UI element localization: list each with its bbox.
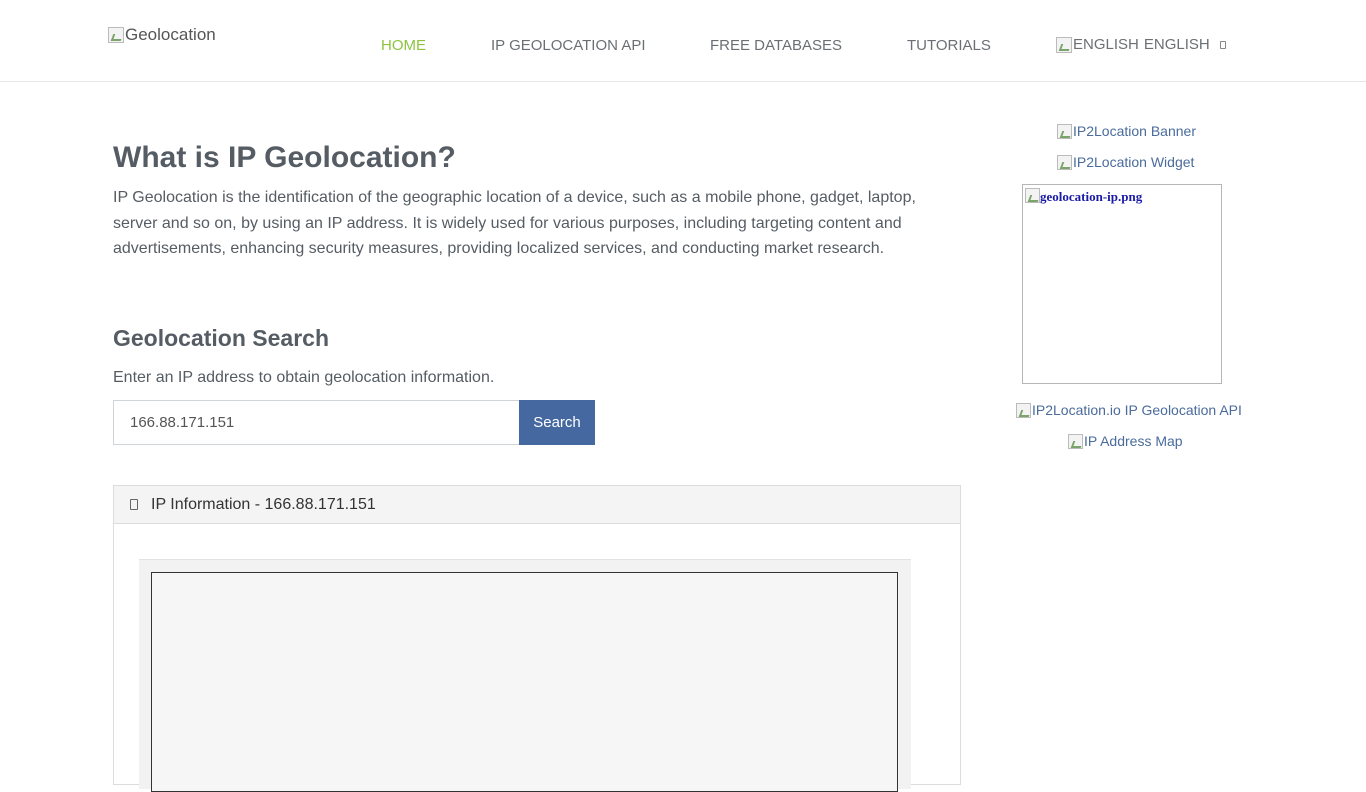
sidebar-link-label: IP2Location.io IP Geolocation API [1032,402,1242,418]
search-button[interactable]: Search [519,400,595,445]
ip-search-input[interactable] [113,400,519,445]
sidebar-link-widget[interactable]: IP2Location Widget [1057,154,1194,170]
nav-home[interactable]: HOME [381,37,426,54]
language-label: ENGLISH [1143,36,1210,53]
info-icon [130,499,138,510]
search-form: Search [113,400,595,445]
page-title: What is IP Geolocation? [113,141,456,174]
ip-information-panel: IP Information - 166.88.171.151 [113,485,961,792]
nav-free-databases[interactable]: FREE DATABASES [710,37,842,54]
panel-header: IP Information - 166.88.171.151 [114,486,960,524]
search-section-title: Geolocation Search [113,325,330,351]
broken-image-icon [1016,402,1031,418]
map-frame[interactable] [151,572,898,792]
sidebar-link-label: IP2Location Widget [1073,154,1195,170]
sidebar-link-label: IP Address Map [1084,433,1183,449]
site-header: Geolocation HOME IP GEOLOCATION API FREE… [0,0,1366,82]
sidebar-image-box[interactable]: geolocation-ip.png [1022,184,1222,384]
map-container [139,559,911,792]
intro-paragraph: IP Geolocation is the identification of … [113,189,916,257]
sidebar-link-label: IP2Location Banner [1073,123,1196,139]
sidebar-link-ip-map[interactable]: IP Address Map [1068,433,1183,449]
sidebar-link-banner[interactable]: IP2Location Banner [1057,123,1196,139]
language-selector[interactable]: ENGLISH ENGLISH [1056,36,1226,53]
broken-image-icon [1057,154,1072,170]
nav-ip-geolocation-api[interactable]: IP GEOLOCATION API [491,37,646,54]
site-logo[interactable]: Geolocation [108,25,216,45]
flag-alt-text: ENGLISH [1073,36,1139,53]
broken-image-icon [1068,433,1083,449]
broken-image-icon [108,27,124,43]
image-alt-text: geolocation-ip.png [1040,189,1143,204]
flag-icon [1056,36,1072,53]
broken-image-icon [1057,123,1072,139]
main-content: What is IP Geolocation? IP Geolocation i… [113,140,961,792]
search-hint: Enter an IP address to obtain geolocatio… [113,369,495,386]
panel-title: IP Information - 166.88.171.151 [151,495,376,513]
chevron-down-icon [1219,40,1226,49]
logo-alt-text: Geolocation [125,25,216,44]
broken-image-icon [1025,188,1040,203]
nav-tutorials[interactable]: TUTORIALS [907,37,991,54]
sidebar-link-api[interactable]: IP2Location.io IP Geolocation API [1016,402,1242,418]
